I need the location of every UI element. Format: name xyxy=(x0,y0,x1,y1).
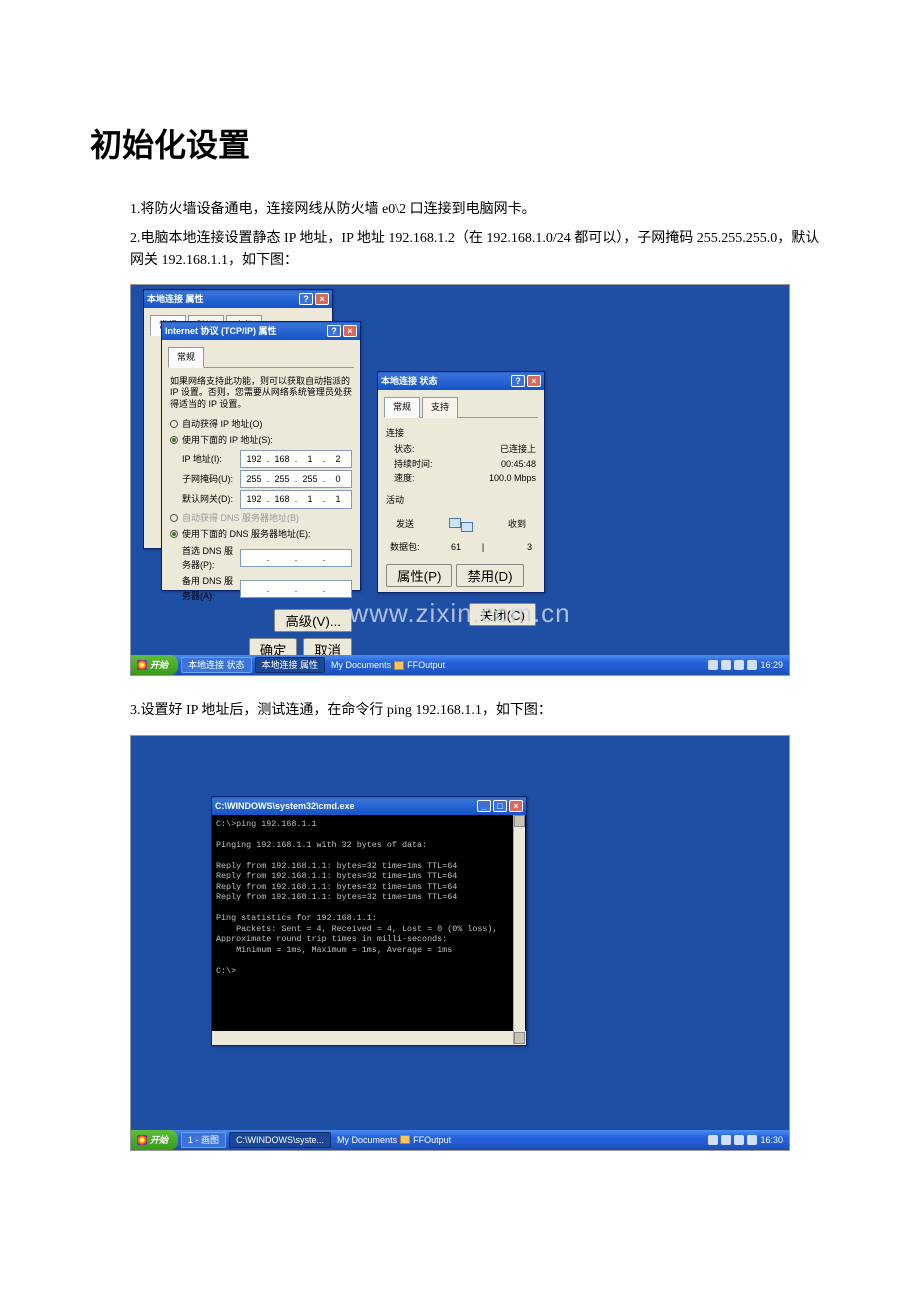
start-label: 开始 xyxy=(150,1133,168,1147)
tab-support[interactable]: 支持 xyxy=(422,397,458,417)
paragraph-2: 2.电脑本地连接设置静态 IP 地址，IP 地址 192.168.1.2（在 1… xyxy=(130,228,830,273)
tab-general[interactable]: 常规 xyxy=(384,397,420,417)
page-title: 初始化设置 xyxy=(90,120,830,171)
mask-label: 子网掩码(U): xyxy=(182,472,240,486)
option-auto-dns: 自动获得 DNS 服务器地址(B) xyxy=(170,511,352,525)
speed-value: 100.0 Mbps xyxy=(454,471,536,485)
close-icon[interactable]: × xyxy=(315,293,329,305)
duration-label: 持续时间: xyxy=(394,457,454,471)
folder-icon xyxy=(400,1135,410,1144)
paragraph-1: 1.将防火墙设备通电，连接网线从防火墙 e0\2 口连接到电脑网卡。 xyxy=(130,199,830,221)
state-label: 状态: xyxy=(394,442,454,456)
taskbar-item[interactable]: 本地连接 属性 xyxy=(255,657,326,673)
tray-icon[interactable] xyxy=(747,1135,757,1145)
packets-label: 数据包: xyxy=(390,540,434,554)
local-connection-status-window: 本地连接 状态 ? × 常规 支持 连接 状态:已连接上 持续时间:00:45:… xyxy=(377,371,545,593)
state-value: 已连接上 xyxy=(454,442,536,456)
close-icon[interactable]: × xyxy=(509,800,523,812)
clock: 16:30 xyxy=(760,1133,783,1147)
watermark: www.zixin.com.cn xyxy=(131,593,789,635)
help-button-icon[interactable]: ? xyxy=(299,293,313,305)
help-button-icon[interactable]: ? xyxy=(511,375,525,387)
system-tray: 16:30 xyxy=(702,1133,789,1147)
option-use-ip[interactable]: 使用下面的 IP 地址(S): xyxy=(170,433,352,447)
window-title: Internet 协议 (TCP/IP) 属性 xyxy=(165,324,277,338)
dns1-label: 首选 DNS 服务器(P): xyxy=(182,544,240,573)
cmd-output: C:\>ping 192.168.1.1 Pinging 192.168.1.1… xyxy=(212,815,526,1031)
folder-label: My Documents xyxy=(331,658,391,672)
duration-value: 00:45:48 xyxy=(454,457,536,471)
received-label: 收到 xyxy=(508,517,526,531)
network-icon xyxy=(449,514,473,534)
gateway-label: 默认网关(D): xyxy=(182,492,240,506)
start-button[interactable]: 开始 xyxy=(131,655,178,675)
tray-icon[interactable] xyxy=(747,660,757,670)
folder-label: FFOutput xyxy=(407,658,445,672)
taskbar-item[interactable]: 本地连接 状态 xyxy=(181,657,252,673)
start-label: 开始 xyxy=(150,658,168,672)
tray-icon[interactable] xyxy=(721,1135,731,1145)
taskbar-item[interactable]: 1 - 画图 xyxy=(181,1132,226,1148)
section-activity: 活动 xyxy=(386,493,536,507)
tray-icon[interactable] xyxy=(721,660,731,670)
mask-input[interactable]: 255.255.255.0 xyxy=(240,470,352,488)
disable-button[interactable]: 禁用(D) xyxy=(456,564,523,587)
desktop-folders: My Documents FFOutput xyxy=(337,1133,451,1147)
clock: 16:29 xyxy=(760,658,783,672)
screenshot-2: C:\WINDOWS\system32\cmd.exe _ □ × C:\>pi… xyxy=(130,735,790,1151)
close-icon[interactable]: × xyxy=(343,325,357,337)
folder-label: FFOutput xyxy=(413,1133,451,1147)
scrollbar[interactable] xyxy=(513,815,525,1044)
ip-label: IP 地址(I): xyxy=(182,452,240,466)
cmd-title: C:\WINDOWS\system32\cmd.exe xyxy=(215,799,355,813)
properties-button[interactable]: 属性(P) xyxy=(386,564,452,587)
tray-icon[interactable] xyxy=(734,660,744,670)
paragraph-3: 3.设置好 IP 地址后，测试连通，在命令行 ping 192.168.1.1，… xyxy=(130,700,830,722)
taskbar-item-label: 1 - 画图 xyxy=(188,1133,219,1147)
desktop-folders: My Documents FFOutput xyxy=(331,658,445,672)
tray-icon[interactable] xyxy=(734,1135,744,1145)
option-use-dns[interactable]: 使用下面的 DNS 服务器地址(E): xyxy=(170,527,352,541)
window-title: 本地连接 属性 xyxy=(147,292,204,306)
system-tray: 16:29 xyxy=(702,658,789,672)
sent-label: 发送 xyxy=(396,517,414,531)
tcpip-properties-window: Internet 协议 (TCP/IP) 属性 ? × 常规 如果网络支持此功能… xyxy=(161,321,361,591)
close-icon[interactable]: × xyxy=(527,375,541,387)
option-label: 使用下面的 IP 地址(S): xyxy=(182,433,273,447)
folder-label: My Documents xyxy=(337,1133,397,1147)
cmd-window: C:\WINDOWS\system32\cmd.exe _ □ × C:\>pi… xyxy=(211,796,527,1046)
option-auto-ip[interactable]: 自动获得 IP 地址(O) xyxy=(170,417,352,431)
window-title: 本地连接 状态 xyxy=(381,374,438,388)
screenshot-1: 本地连接 属性 ? × 常规 验证 高级 Internet 协议 (TCP/IP… xyxy=(130,284,790,676)
tray-icon[interactable] xyxy=(708,1135,718,1145)
ip-input[interactable]: 192.168.1.2 xyxy=(240,450,352,468)
option-label: 自动获得 DNS 服务器地址(B) xyxy=(182,511,299,525)
minimize-icon[interactable]: _ xyxy=(477,800,491,812)
taskbar: 开始 1 - 画图 C:\WINDOWS\syste... My Documen… xyxy=(131,1130,789,1150)
taskbar-item-label: 本地连接 属性 xyxy=(262,658,319,672)
packets-sent: 61 xyxy=(434,540,478,554)
packets-recv: 3 xyxy=(488,540,532,554)
description-text: 如果网络支持此功能，则可以获取自动指派的 IP 设置。否则，您需要从网络系统管理… xyxy=(170,376,352,411)
section-connection: 连接 xyxy=(386,426,536,440)
folder-icon xyxy=(394,661,404,670)
tab-general[interactable]: 常规 xyxy=(168,347,204,367)
option-label: 自动获得 IP 地址(O) xyxy=(182,417,262,431)
gateway-input[interactable]: 192.168.1.1 xyxy=(240,490,352,508)
tray-icon[interactable] xyxy=(708,660,718,670)
taskbar-item[interactable]: C:\WINDOWS\syste... xyxy=(229,1132,331,1148)
help-button-icon[interactable]: ? xyxy=(327,325,341,337)
taskbar-item-label: C:\WINDOWS\syste... xyxy=(236,1133,324,1147)
dns1-input[interactable]: ... xyxy=(240,549,352,567)
taskbar-item-label: 本地连接 状态 xyxy=(188,658,245,672)
option-label: 使用下面的 DNS 服务器地址(E): xyxy=(182,527,311,541)
maximize-icon[interactable]: □ xyxy=(493,800,507,812)
start-button[interactable]: 开始 xyxy=(131,1130,178,1150)
taskbar: 开始 本地连接 状态 本地连接 属性 My Documents FFOutput… xyxy=(131,655,789,675)
speed-label: 速度: xyxy=(394,471,454,485)
